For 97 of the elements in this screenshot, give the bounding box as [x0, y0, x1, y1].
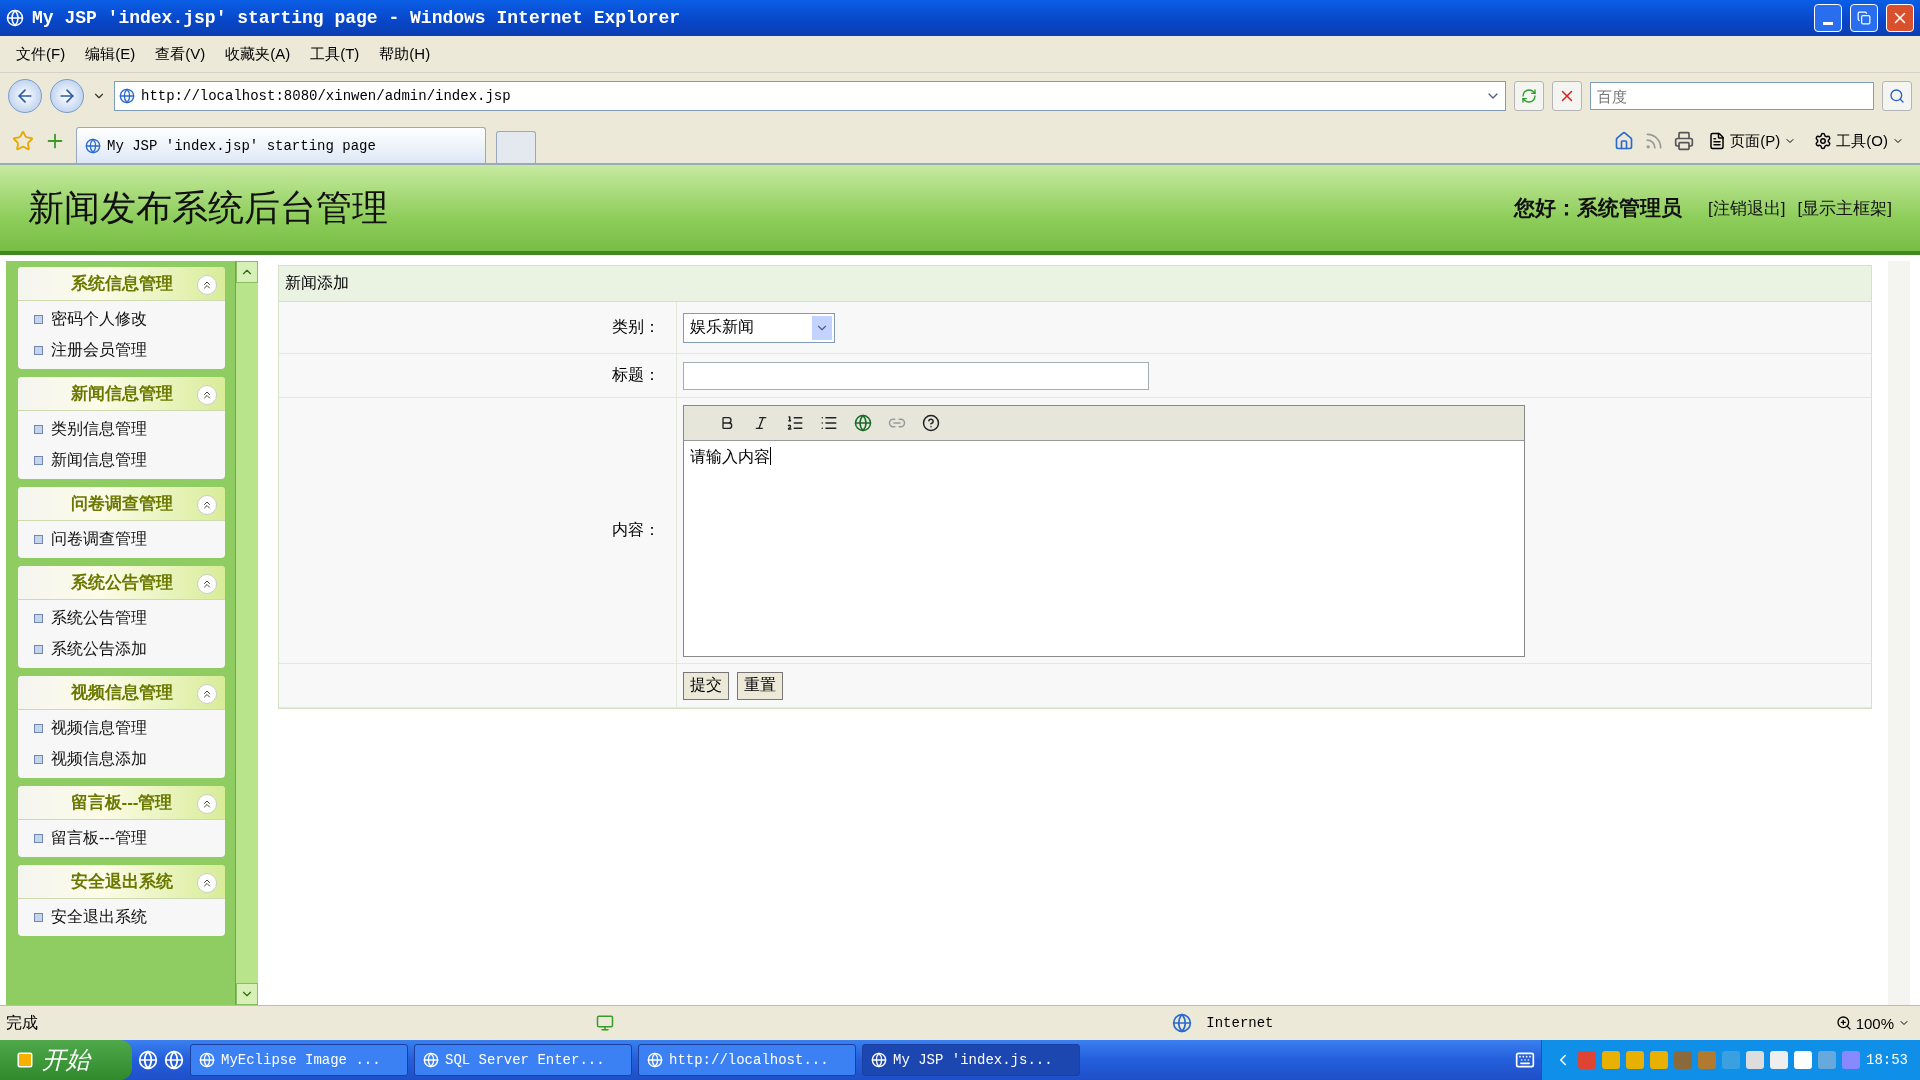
form-heading: 新闻添加 [279, 266, 1871, 302]
category-select[interactable]: 娱乐新闻 [683, 312, 835, 343]
sidebar-link[interactable]: 系统公告添加 [34, 634, 225, 665]
clock: 18:53 [1866, 1052, 1908, 1068]
double-chevron-up-icon [201, 279, 213, 291]
home-icon [1614, 131, 1635, 151]
rich-text-editor[interactable]: 请输入内容 [683, 404, 1525, 657]
favorites-star-icon [12, 130, 34, 152]
sidebar-link[interactable]: 留言板---管理 [34, 823, 225, 854]
collapse-icon[interactable] [197, 873, 217, 893]
collapse-icon[interactable] [197, 275, 217, 295]
double-chevron-up-icon [201, 389, 213, 401]
search-button[interactable] [1882, 81, 1912, 111]
collapse-icon[interactable] [197, 684, 217, 704]
menu-item[interactable]: 编辑(E) [85, 44, 136, 64]
command-button[interactable]: 工具(O) [1810, 131, 1908, 151]
panel-header[interactable]: 安全退出系统 [18, 865, 225, 899]
tray-app-icon[interactable] [1770, 1051, 1788, 1069]
new-tab-button[interactable] [496, 131, 536, 163]
security-zone: Internet [1206, 1015, 1274, 1031]
collapse-icon[interactable] [197, 385, 217, 405]
tray-app-icon[interactable] [1650, 1051, 1668, 1069]
zoom-control[interactable]: 100% [1831, 1014, 1914, 1032]
menu-item[interactable]: 工具(T) [310, 44, 360, 64]
sidebar-link[interactable]: 视频信息管理 [34, 713, 225, 744]
close-button[interactable] [1886, 4, 1914, 32]
title-input[interactable] [683, 361, 1149, 390]
keyboard-icon [1515, 1050, 1535, 1070]
sidebar-link[interactable]: 视频信息添加 [34, 744, 225, 775]
collapse-icon[interactable] [197, 794, 217, 814]
window-title: My JSP 'index.jsp' starting page - Windows Internet Explorer [32, 8, 682, 28]
system-title: 新闻发布系统后台管理 [28, 185, 389, 230]
editor-text: 请输入内容 [690, 446, 770, 467]
refresh-button[interactable] [1514, 81, 1544, 111]
restore-button[interactable] [1850, 4, 1878, 32]
sidebar-link[interactable]: 系统公告管理 [34, 603, 225, 634]
taskbar-task[interactable]: MyEclipse Image ... [190, 1044, 408, 1076]
tray-app-icon[interactable] [1746, 1051, 1764, 1069]
refresh-icon [1521, 88, 1537, 104]
address-field[interactable]: http://localhost:8080/xinwen/admin/index.jsp [114, 81, 1506, 111]
field-label: 内容： [279, 398, 677, 664]
panel-header[interactable]: 视频信息管理 [18, 676, 225, 710]
gear-icon [1814, 132, 1833, 150]
tray-app-icon[interactable] [1794, 1051, 1812, 1069]
sidebar-link[interactable]: 新闻信息管理 [34, 445, 225, 476]
page-scrollbar[interactable] [1888, 261, 1910, 1005]
collapse-icon[interactable] [197, 495, 217, 515]
zoom-icon [1835, 1015, 1852, 1031]
sidebar-link[interactable]: 问卷调查管理 [34, 524, 225, 555]
sidebar-link[interactable]: 类别信息管理 [34, 414, 225, 445]
taskbar-task[interactable]: My JSP 'index.js... [862, 1044, 1080, 1076]
panel-header[interactable]: 新闻信息管理 [18, 377, 225, 411]
panel-header[interactable]: 问卷调查管理 [18, 487, 225, 521]
start-button[interactable]: 开始 [0, 1040, 132, 1080]
double-chevron-up-icon [201, 499, 213, 511]
submit-button[interactable]: 提交 [683, 671, 729, 700]
sidebar-link[interactable]: 密码个人修改 [34, 304, 225, 335]
minimize-icon [1823, 21, 1833, 25]
minimize-button[interactable] [1814, 4, 1842, 32]
back-button[interactable] [8, 79, 42, 113]
panel-header[interactable]: 留言板---管理 [18, 786, 225, 820]
reset-button[interactable]: 重置 [737, 671, 783, 700]
collapse-icon[interactable] [197, 574, 217, 594]
search-field[interactable]: 百度 [1590, 82, 1874, 110]
sidebar-link[interactable]: 安全退出系统 [34, 902, 225, 933]
double-chevron-up-icon [201, 578, 213, 590]
globe-icon [1172, 1013, 1193, 1033]
field-label: 类别： [279, 302, 677, 354]
header-link[interactable]: [注销退出] [1708, 196, 1786, 220]
printer-icon [1674, 131, 1695, 151]
stop-button[interactable] [1552, 81, 1582, 111]
command-button[interactable]: 页面(P) [1704, 131, 1801, 151]
sidebar-link[interactable]: 注册会员管理 [34, 335, 225, 366]
scroll-down-button[interactable] [236, 983, 258, 1005]
menu-item[interactable]: 查看(V) [155, 44, 206, 64]
restore-icon [1857, 11, 1871, 25]
tray-app-icon[interactable] [1602, 1051, 1620, 1069]
menu-item[interactable]: 文件(F) [16, 44, 66, 64]
double-chevron-up-icon [201, 798, 213, 810]
tray-app-icon[interactable] [1626, 1051, 1644, 1069]
scroll-up-button[interactable] [236, 261, 258, 283]
forward-button[interactable] [50, 79, 84, 113]
browser-tab[interactable]: My JSP 'index.jsp' starting page [76, 127, 486, 163]
double-chevron-up-icon [201, 877, 213, 889]
panel-header[interactable]: 系统信息管理 [18, 267, 225, 301]
taskbar-task[interactable]: SQL Server Enter... [414, 1044, 632, 1076]
double-chevron-up-icon [201, 688, 213, 700]
menu-item[interactable]: 收藏夹(A) [225, 44, 291, 64]
status-text: 完成 [6, 1012, 38, 1033]
scrollbar[interactable] [235, 261, 258, 1005]
header-link[interactable]: [显示主框架] [1797, 196, 1892, 220]
greeting-text: 您好：系统管理员 [1514, 195, 1683, 221]
taskbar-task[interactable]: http://localhost... [638, 1044, 856, 1076]
panel-header[interactable]: 系统公告管理 [18, 566, 225, 600]
search-icon [1889, 88, 1905, 104]
field-label: 标题： [279, 354, 677, 398]
menu-item[interactable]: 帮助(H) [379, 44, 431, 64]
